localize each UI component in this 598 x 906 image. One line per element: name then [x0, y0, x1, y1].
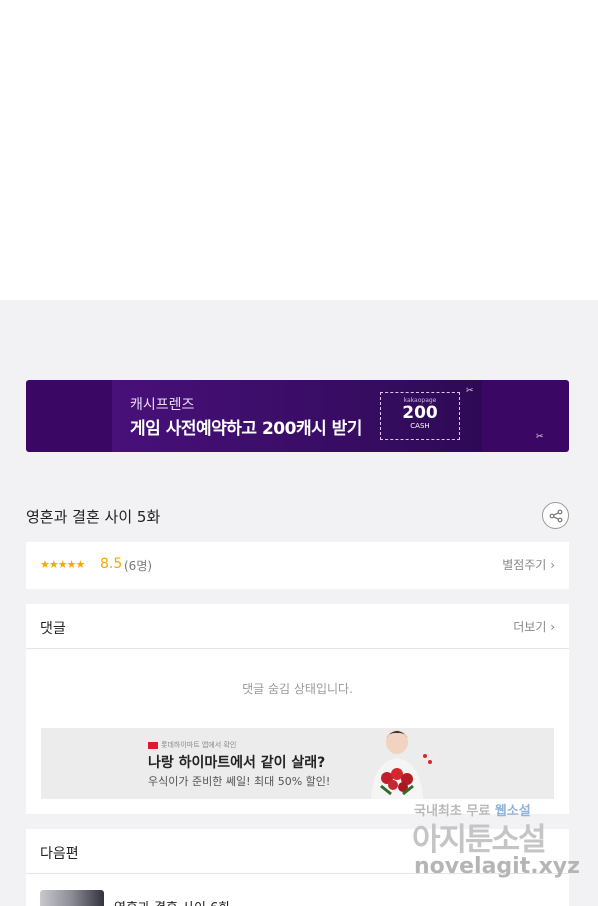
coupon-amount: 200 [402, 403, 438, 423]
ad-brand: 롯데하이마트 앱에서 확인 [148, 740, 236, 750]
cash-coupon: kakaopage 200 CASH [380, 392, 460, 440]
banner-headline: 게임 사전예약하고 200캐시 받기 [130, 419, 362, 439]
himart-ad-banner[interactable]: 롯데하이마트 앱에서 확인 나랑 하이마트에서 같이 살래? 우식이가 준비한 … [41, 728, 554, 799]
chevron-right-icon: › [550, 558, 555, 572]
rating-count: (6명) [124, 559, 153, 573]
comment-header: 댓글 더보기 › [26, 604, 569, 649]
comment-hidden-message: 댓글 숨김 상태입니다. [242, 682, 353, 696]
next-episode-title: 영혼과 결혼 사이 6화 [114, 897, 230, 906]
watermark-logo-text: 아지툰소설 [412, 822, 547, 858]
comment-card: 댓글 더보기 › 댓글 숨김 상태입니다. 롯데하이마트 앱에서 확인 나랑 하… [26, 604, 569, 814]
share-button[interactable] [542, 502, 569, 529]
episode-title: 영혼과 결혼 사이 5화 [26, 508, 161, 526]
ad-model-with-flowers-image [371, 730, 432, 799]
chevron-right-icon: › [550, 620, 555, 634]
next-episode-thumbnail [40, 890, 104, 906]
comment-more-label: 더보기 [513, 620, 547, 634]
coupon-unit: CASH [410, 422, 430, 430]
next-heading: 다음편 [40, 846, 79, 862]
site-watermark: 국내최초 무료 웹소설 아지툰소설 novelagit.xyz [412, 800, 582, 890]
promo-banner[interactable]: ✂ ✂ 캐시프렌즈 게임 사전예약하고 200캐시 받기 kakaopage 2… [26, 380, 569, 452]
ad-brand-label: 롯데하이마트 앱에서 확인 [161, 741, 237, 749]
rating-score: 8.5 [100, 556, 123, 572]
rate-button[interactable]: 별점주기 › [502, 556, 555, 573]
scissor-icon: ✂ [466, 386, 474, 396]
scissor-icon: ✂ [536, 432, 544, 442]
content-area-blank [0, 0, 598, 300]
rate-button-label: 별점주기 [502, 558, 547, 572]
episode-title-row: 영혼과 결혼 사이 5화 [26, 500, 569, 532]
share-icon [549, 509, 562, 522]
banner-small-text: 캐시프렌즈 [130, 397, 195, 413]
rating-card: ★★★★★ 8.5 (6명) 별점주기 › [26, 542, 569, 589]
comment-heading: 댓글 [40, 621, 66, 637]
himart-logo-icon [148, 741, 158, 749]
star-rating-icon: ★★★★★ [40, 558, 85, 571]
ad-subtitle: 우식이가 준비한 쎄일! 최대 50% 할인! [148, 775, 331, 788]
ad-title: 나랑 하이마트에서 같이 살래? [148, 755, 326, 771]
comment-more-button[interactable]: 더보기 › [513, 618, 555, 635]
watermark-url: novelagit.xyz [414, 854, 580, 879]
